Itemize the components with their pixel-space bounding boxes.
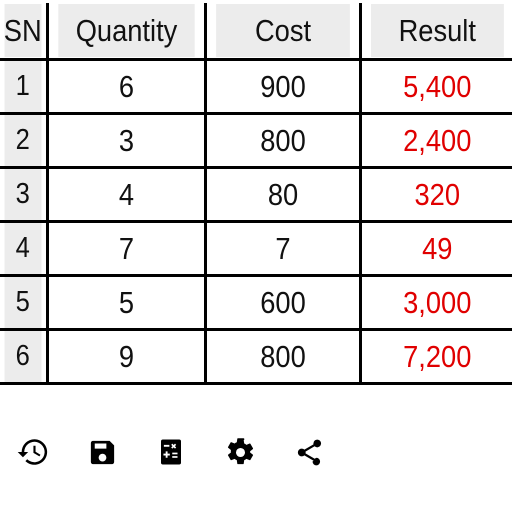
cell-quantity-value: 3	[118, 122, 134, 158]
column-header-quantity[interactable]: Quantity	[47, 3, 207, 61]
cell-sn: 1	[0, 59, 49, 115]
table-header: SN Quantity Cost Result	[0, 3, 512, 61]
cell-cost[interactable]: 600	[205, 275, 362, 331]
cell-quantity[interactable]: 7	[47, 221, 207, 277]
cell-sn: 3	[0, 167, 49, 223]
column-header-cost-label: Cost	[215, 3, 350, 57]
cell-result: 5,400	[360, 59, 512, 115]
column-header-result-label: Result	[370, 3, 503, 57]
cell-cost[interactable]: 800	[205, 113, 362, 169]
cell-quantity[interactable]: 9	[47, 329, 207, 385]
column-header-quantity-label: Quantity	[57, 3, 195, 57]
cell-quantity-value: 7	[118, 230, 134, 266]
history-button[interactable]	[12, 431, 54, 473]
cell-sn-value: 1	[4, 60, 42, 112]
column-header-sn[interactable]: SN	[0, 3, 49, 61]
cell-result-value: 2,400	[402, 122, 471, 158]
cell-cost-value: 800	[259, 122, 306, 158]
cell-quantity[interactable]: 5	[47, 275, 207, 331]
share-icon	[294, 437, 325, 468]
cell-cost[interactable]: 800	[205, 329, 362, 385]
cell-quantity-value: 5	[118, 284, 134, 320]
cell-cost-value: 80	[267, 176, 298, 212]
cell-cost-value: 7	[274, 230, 291, 266]
table-row[interactable]: 1 6 900 5,400	[0, 59, 512, 115]
cell-sn-value: 3	[4, 168, 42, 220]
cell-result: 2,400	[360, 113, 512, 169]
cell-quantity-value: 4	[118, 176, 134, 212]
table-row[interactable]: 6 9 800 7,200	[0, 329, 512, 385]
table-body: 1 6 900 5,400 2 3 800 2,400 3 4 80 320 4…	[0, 59, 512, 385]
cell-result-value: 5,400	[402, 68, 471, 104]
history-icon	[16, 435, 50, 469]
cell-cost-value: 600	[259, 284, 306, 320]
cell-cost-value: 800	[259, 338, 306, 374]
cell-cost[interactable]: 80	[205, 167, 362, 223]
settings-icon	[225, 437, 256, 468]
cell-sn-value: 6	[4, 330, 42, 382]
table-header-row: SN Quantity Cost Result	[0, 3, 512, 61]
cell-sn-value: 4	[4, 222, 42, 274]
column-header-sn-label: SN	[4, 3, 42, 57]
cell-result-value: 320	[413, 176, 460, 212]
cell-cost[interactable]: 7	[205, 221, 362, 277]
cell-result: 49	[360, 221, 512, 277]
cell-result-value: 49	[421, 230, 452, 266]
bottom-action-bar	[0, 424, 512, 480]
cell-sn: 5	[0, 275, 49, 331]
cell-sn: 6	[0, 329, 49, 385]
table-row[interactable]: 4 7 7 49	[0, 221, 512, 277]
table-row[interactable]: 5 5 600 3,000	[0, 275, 512, 331]
cell-quantity[interactable]: 4	[47, 167, 207, 223]
app-root: SN Quantity Cost Result 1 6 900 5,400 2 …	[0, 0, 512, 512]
cell-quantity[interactable]: 3	[47, 113, 207, 169]
settings-button[interactable]	[219, 431, 261, 473]
cell-quantity[interactable]: 6	[47, 59, 207, 115]
cell-result: 7,200	[360, 329, 512, 385]
cell-result: 320	[360, 167, 512, 223]
cell-result: 3,000	[360, 275, 512, 331]
save-icon	[87, 437, 118, 468]
cell-result-value: 7,200	[402, 338, 471, 374]
table-row[interactable]: 2 3 800 2,400	[0, 113, 512, 169]
calculator-button[interactable]	[150, 431, 192, 473]
column-header-result[interactable]: Result	[360, 3, 512, 61]
cell-sn-value: 2	[4, 114, 42, 166]
cell-cost-value: 900	[259, 68, 306, 104]
cell-result-value: 3,000	[402, 284, 471, 320]
save-button[interactable]	[81, 431, 123, 473]
cell-quantity-value: 9	[118, 338, 134, 374]
table-row[interactable]: 3 4 80 320	[0, 167, 512, 223]
cell-quantity-value: 6	[118, 68, 134, 104]
cell-sn-value: 5	[4, 276, 42, 328]
share-button[interactable]	[288, 431, 330, 473]
calculator-icon	[156, 437, 186, 467]
column-header-cost[interactable]: Cost	[205, 3, 362, 61]
calculation-results-table: SN Quantity Cost Result 1 6 900 5,400 2 …	[0, 3, 512, 385]
cell-sn: 4	[0, 221, 49, 277]
cell-sn: 2	[0, 113, 49, 169]
cell-cost[interactable]: 900	[205, 59, 362, 115]
